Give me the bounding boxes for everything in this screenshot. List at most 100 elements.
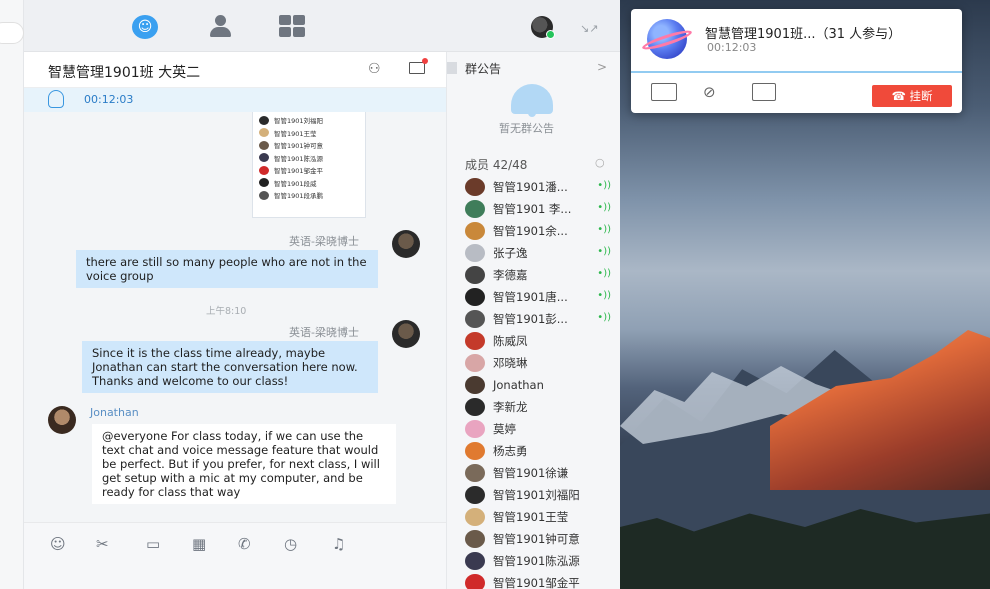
avatar: [465, 178, 485, 196]
member-item[interactable]: 智管1901陈泓源: [465, 550, 615, 572]
shared-image[interactable]: 智管1901刘福阳 智管1901王莹 智管1901钟可意 智管1901陈泓源 智管190…: [252, 112, 366, 218]
group-side-panel: 群公告 > 暂无群公告 成员 42/48 ○ 智管1901潘... •)) 智管19…: [446, 52, 620, 589]
member-item[interactable]: 智管1901 李... •)): [465, 198, 615, 220]
voice-status-bar[interactable]: 00:12:03: [24, 88, 446, 112]
member-item[interactable]: Jonathan: [465, 374, 615, 396]
avatar[interactable]: [48, 406, 76, 434]
member-name: 智管1901陈泓源: [493, 554, 580, 568]
member-item[interactable]: 张子逸 •)): [465, 242, 615, 264]
image-member-name: 智管1901段承鹏: [274, 192, 324, 201]
avatar: [465, 508, 485, 526]
avatar: [465, 310, 485, 328]
bell-icon[interactable]: ♫: [332, 535, 345, 553]
collapse-handle[interactable]: [447, 62, 457, 74]
member-item[interactable]: 杨志勇: [465, 440, 615, 462]
speaking-icon: •)): [597, 202, 611, 213]
grid-icon[interactable]: [279, 15, 305, 37]
member-item[interactable]: 智管1901徐谦: [465, 462, 615, 484]
image-member-name: 智管1901钟可意: [274, 142, 324, 151]
avatar: [259, 190, 269, 200]
member-name: 邓晓琳: [493, 356, 528, 370]
chevron-right-icon[interactable]: >: [597, 60, 607, 74]
member-name: 智管1901彭...: [493, 312, 568, 326]
member-name: 智管1901王莹: [493, 510, 569, 524]
avatar: [465, 244, 485, 262]
member-name: 智管1901 李...: [493, 202, 572, 216]
member-item[interactable]: 邓晓琳: [465, 352, 615, 374]
chat-bubble-icon[interactable]: ☺: [132, 15, 158, 39]
member-item[interactable]: 莫婷: [465, 418, 615, 440]
no-notice-text: 暂无群公告: [499, 122, 554, 135]
shrink-icon[interactable]: ↘↗: [580, 22, 598, 35]
member-item[interactable]: 智管1901彭... •)): [465, 308, 615, 330]
member-item[interactable]: 智管1901唐... •)): [465, 286, 615, 308]
image-member-row: 智管1901段威: [259, 177, 359, 190]
chat-messages: 智管1901刘福阳 智管1901王莹 智管1901钟可意 智管1901陈泓源 智管190…: [24, 112, 446, 522]
sender-name: Jonathan: [90, 406, 139, 419]
member-name: 智管1901唐...: [493, 290, 568, 304]
member-item[interactable]: 智管1901刘福阳: [465, 484, 615, 506]
message-bubble: Since it is the class time already, mayb…: [82, 341, 378, 393]
member-name: 智管1901余...: [493, 224, 568, 238]
scissors-icon[interactable]: ✂: [96, 535, 109, 553]
notice-title[interactable]: 群公告: [465, 60, 501, 77]
left-oval-button[interactable]: [0, 22, 24, 44]
member-item[interactable]: 智管1901钟可意: [465, 528, 615, 550]
left-strip: [0, 0, 24, 589]
avatar: [465, 332, 485, 350]
message-bubble: @everyone For class today, if we can use…: [92, 424, 396, 504]
avatar: [465, 574, 485, 589]
hangup-button[interactable]: ☎ 挂断: [872, 85, 952, 107]
phone-icon[interactable]: ✆: [238, 535, 251, 553]
message-icon[interactable]: [651, 83, 677, 101]
folder-icon[interactable]: ▭: [146, 535, 160, 553]
member-name: 张子逸: [493, 246, 528, 260]
avatar: [259, 165, 269, 175]
member-item[interactable]: 李新龙: [465, 396, 615, 418]
clock-icon[interactable]: ◷: [284, 535, 297, 553]
speaking-icon: •)): [597, 268, 611, 279]
camera-icon[interactable]: [752, 83, 776, 101]
search-icon[interactable]: ○: [595, 156, 605, 169]
gift-icon[interactable]: ▦: [192, 535, 206, 553]
member-name: 智管1901徐谦: [493, 466, 569, 480]
member-item[interactable]: 智管1901王莹: [465, 506, 615, 528]
member-item[interactable]: 陈威凤: [465, 330, 615, 352]
avatar: [465, 266, 485, 284]
speaking-icon: •)): [597, 246, 611, 257]
avatar: [465, 442, 485, 460]
avatar: [465, 552, 485, 570]
image-member-row: 智管1901段承鹏: [259, 189, 359, 202]
avatar[interactable]: [392, 230, 420, 258]
add-user-icon[interactable]: ⚇: [368, 61, 381, 77]
member-item[interactable]: 智管1901潘... •)): [465, 176, 615, 198]
image-member-name: 智管1901刘福阳: [274, 117, 324, 126]
mic-off-icon[interactable]: ⊘: [703, 83, 716, 101]
avatar: [465, 354, 485, 372]
sender-name: 英语-梁晓博士: [289, 326, 359, 339]
emoji-icon[interactable]: ☺: [50, 535, 66, 553]
image-member-row: 智管1901邹金平: [259, 164, 359, 177]
person-icon[interactable]: [207, 15, 233, 39]
avatar: [259, 115, 269, 125]
member-item[interactable]: 李德嘉 •)): [465, 264, 615, 286]
avatar[interactable]: [392, 320, 420, 348]
avatar[interactable]: [531, 16, 555, 39]
folder-icon[interactable]: [409, 58, 428, 74]
voice-call-popup: 智慧管理1901班...（31 人参与） 00:12:03 ⊘ ☎ 挂断: [631, 9, 962, 113]
chat-title: 智慧管理1901班 大英二: [48, 65, 201, 81]
member-name: 李德嘉: [493, 268, 528, 282]
chat-header: 智慧管理1901班 大英二 ⚇: [24, 52, 446, 88]
avatar: [465, 486, 485, 504]
speaking-icon: •)): [597, 180, 611, 191]
member-item[interactable]: 智管1901邹金平: [465, 572, 615, 589]
member-name: Jonathan: [493, 378, 544, 392]
avatar: [465, 222, 485, 240]
member-item[interactable]: 智管1901余... •)): [465, 220, 615, 242]
message-bubble: there are still so many people who are n…: [76, 250, 378, 288]
planet-icon: [640, 19, 694, 59]
avatar: [465, 420, 485, 438]
avatar: [465, 200, 485, 218]
members-count: 成员 42/48: [465, 158, 528, 172]
image-member-name: 智管1901段威: [274, 179, 317, 188]
